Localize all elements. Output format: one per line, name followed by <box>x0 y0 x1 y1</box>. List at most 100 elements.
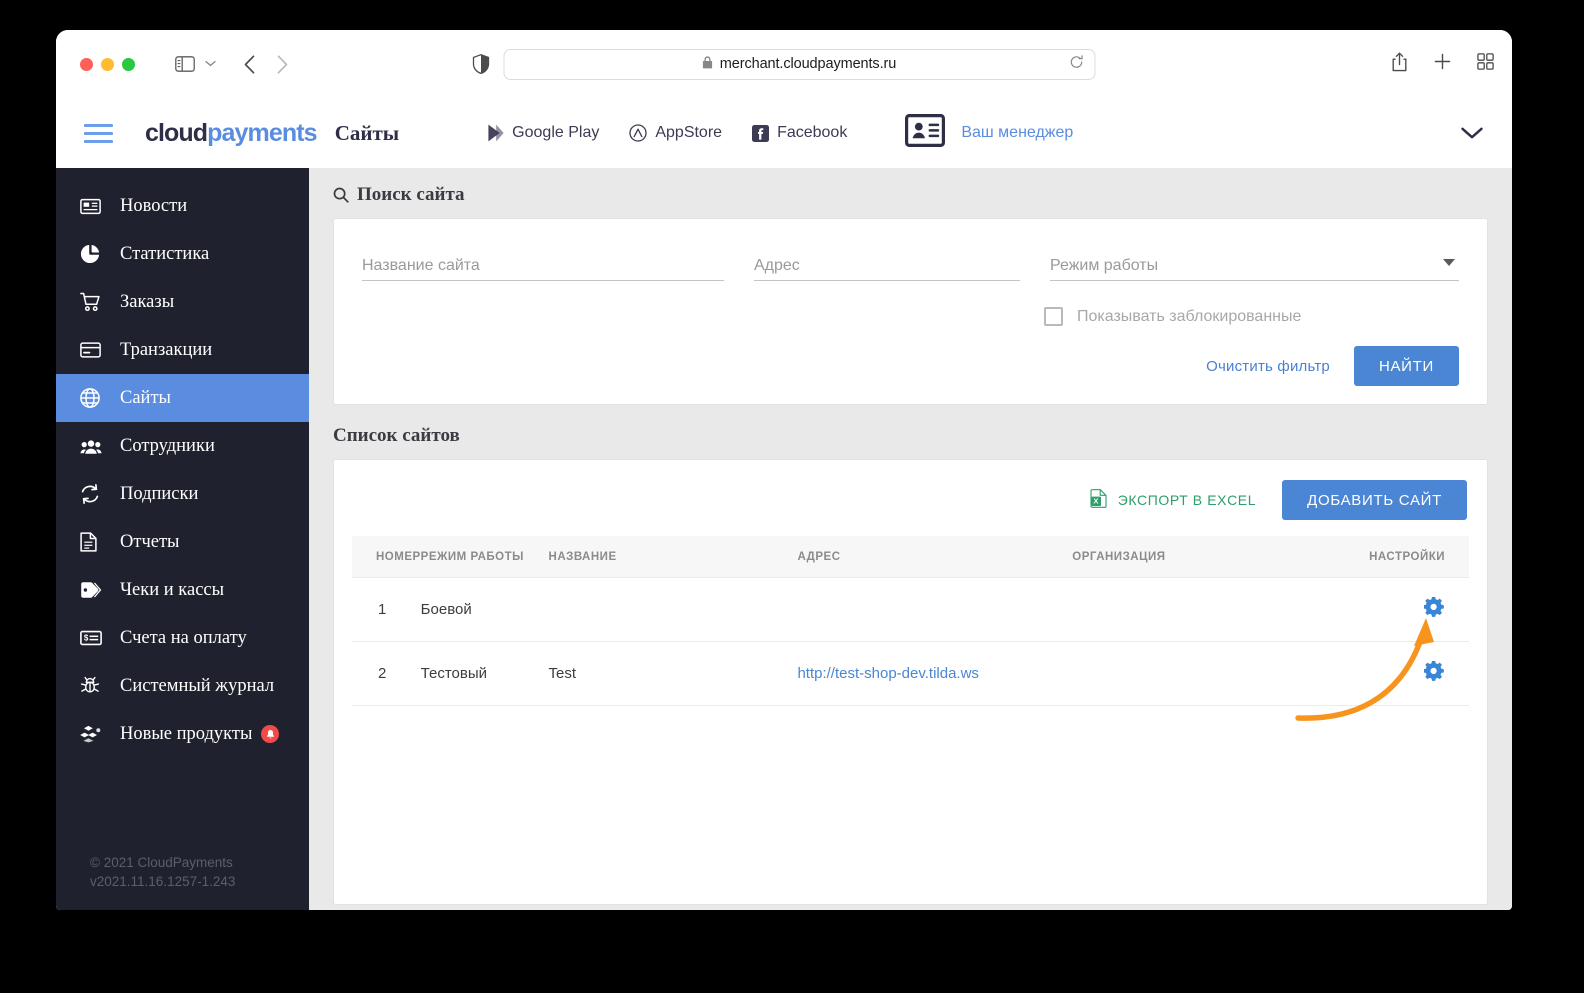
sidebar-item-sotrudniki[interactable]: Сотрудники <box>56 422 309 470</box>
sidebar-item-sajty[interactable]: Сайты <box>56 374 309 422</box>
maximize-window-button[interactable] <box>122 57 135 71</box>
shield-icon[interactable] <box>472 54 490 74</box>
header-link-google-play[interactable]: Google Play <box>487 124 599 142</box>
cell-name <box>548 577 798 642</box>
bug-icon <box>80 676 110 696</box>
list-actions: X ЭКСПОРТ В EXCEL ДОБАВИТЬ САЙТ <box>352 478 1469 536</box>
copyright-text: © 2021 CloudPayments <box>90 854 233 870</box>
work-mode-select[interactable] <box>1050 251 1459 281</box>
column-header-organization: ОРГАНИЗАЦИЯ <box>1072 536 1370 578</box>
plus-icon[interactable] <box>1434 53 1451 75</box>
filter-fields <box>362 245 1459 281</box>
bell-badge-icon <box>261 725 280 743</box>
browser-window: merchant.cloudpayments.ru cloudpayments … <box>56 30 1512 910</box>
column-header-name: НАЗВАНИЕ <box>548 536 798 578</box>
search-section-heading: Поиск сайта <box>333 184 1488 206</box>
news-icon <box>80 198 110 215</box>
sidebar-item-sistemnyj-zhurnal[interactable]: Системный журнал <box>56 662 309 710</box>
app-body: Новости Статистика Заказы Транзакции Сай… <box>56 168 1512 910</box>
url-text: merchant.cloudpayments.ru <box>703 56 896 72</box>
table-row[interactable]: 2 Тестовый Test http://test-shop-dev.til… <box>352 641 1469 706</box>
sidebar-item-statistika[interactable]: Статистика <box>56 230 309 278</box>
search-name-input[interactable] <box>362 251 724 281</box>
appstore-icon <box>629 124 647 142</box>
cell-organization <box>1072 577 1370 642</box>
people-icon <box>80 438 110 455</box>
back-button[interactable] <box>244 54 255 74</box>
sidebar-item-label: Новости <box>120 195 188 216</box>
sidebar-item-novye-produkty[interactable]: Новые продукты <box>56 710 309 758</box>
sidebar-item-label: Системный журнал <box>120 675 275 696</box>
sidebar-item-scheta-na-oplatu[interactable]: $ Счета на оплату <box>56 614 309 662</box>
header-link-facebook[interactable]: Facebook <box>752 124 847 142</box>
google-play-icon <box>487 124 504 142</box>
sidebar-item-label: Транзакции <box>120 339 213 360</box>
app-header: cloudpayments Сайты Google Play AppStore… <box>56 98 1512 168</box>
site-url-link[interactable]: http://test-shop-dev.tilda.ws <box>797 665 978 682</box>
list-section-heading: Список сайтов <box>333 425 1488 447</box>
header-link-appstore[interactable]: AppStore <box>629 124 722 142</box>
column-header-number: НОМЕР <box>352 536 421 578</box>
header-link-label: Google Play <box>512 124 600 141</box>
sidebar-item-tranzakcii[interactable]: Транзакции <box>56 326 309 374</box>
gear-icon[interactable] <box>1424 597 1445 618</box>
sidebar-toggle-icon[interactable] <box>175 56 195 72</box>
sidebar-item-label: Заказы <box>120 291 175 312</box>
table-row[interactable]: 1 Боевой <box>352 577 1469 642</box>
clear-filter-button[interactable]: Очистить фильтр <box>1206 358 1330 375</box>
excel-icon: X <box>1090 489 1107 511</box>
sidebar-item-label: Сайты <box>120 387 171 408</box>
globe-icon <box>80 388 110 408</box>
sidebar-item-label: Чеки и кассы <box>120 579 225 600</box>
minimize-window-button[interactable] <box>101 57 114 71</box>
site-name-field <box>362 245 724 281</box>
cell-mode: Боевой <box>420 577 549 642</box>
cell-settings <box>1369 641 1469 706</box>
search-submit-button[interactable]: НАЙТИ <box>1353 346 1459 386</box>
share-icon[interactable] <box>1391 52 1408 77</box>
version-text: v2021.11.16.1257-1.243 <box>90 874 236 890</box>
url-input[interactable]: merchant.cloudpayments.ru <box>503 48 1096 80</box>
manager-label: Ваш менеджер <box>961 124 1074 141</box>
contact-card-icon <box>905 114 946 152</box>
cell-number: 1 <box>352 577 421 642</box>
sidebar-item-zakazy[interactable]: Заказы <box>56 278 309 326</box>
gear-icon[interactable] <box>1424 661 1445 682</box>
table-header: НОМЕР РЕЖИМ РАБОТЫ НАЗВАНИЕ АДРЕС ОРГАНИ… <box>352 536 1469 578</box>
add-site-button[interactable]: ДОБАВИТЬ САЙТ <box>1282 480 1467 520</box>
sidebar-item-podpiski[interactable]: Подписки <box>56 470 309 518</box>
chevron-down-icon[interactable] <box>1460 126 1484 140</box>
hamburger-icon[interactable] <box>84 123 113 143</box>
sidebar-item-cheki-i-kassy[interactable]: Чеки и кассы <box>56 566 309 614</box>
url-hostname: merchant.cloudpayments.ru <box>719 56 897 72</box>
sidebar-item-label: Счета на оплату <box>120 627 247 648</box>
invoice-icon: $ <box>80 630 110 646</box>
close-window-button[interactable] <box>80 57 93 71</box>
sites-list-card: X ЭКСПОРТ В EXCEL ДОБАВИТЬ САЙТ НОМЕР РЕ… <box>333 459 1488 905</box>
manager-block[interactable]: Ваш менеджер <box>905 114 1073 152</box>
cart-icon <box>80 292 110 312</box>
sites-table: НОМЕР РЕЖИМ РАБОТЫ НАЗВАНИЕ АДРЕС ОРГАНИ… <box>352 536 1469 706</box>
table-body: 1 Боевой 2 Тестовый Test http://test-sho… <box>352 577 1469 706</box>
search-address-input[interactable] <box>754 251 1020 281</box>
chevron-down-icon[interactable] <box>205 58 216 70</box>
forward-button[interactable] <box>277 54 288 74</box>
show-blocked-checkbox[interactable] <box>1044 307 1063 326</box>
tab-overview-icon[interactable] <box>1477 53 1494 75</box>
column-header-address: АДРЕС <box>797 536 1073 578</box>
export-to-excel-button[interactable]: X ЭКСПОРТ В EXCEL <box>1090 489 1256 511</box>
sidebar-item-novosti[interactable]: Новости <box>56 182 309 230</box>
reload-icon[interactable] <box>1070 54 1084 74</box>
main-content: Поиск сайта Показы <box>309 168 1512 910</box>
sidebar-item-otchety[interactable]: Отчеты <box>56 518 309 566</box>
address-bar-area: merchant.cloudpayments.ru <box>472 48 1096 80</box>
site-address-field <box>754 245 1020 281</box>
lock-icon <box>703 56 713 69</box>
refresh-icon <box>80 484 110 504</box>
caret-down-icon[interactable] <box>1443 259 1455 266</box>
credit-card-icon <box>80 342 110 358</box>
logo-text-payments: payments <box>207 118 317 147</box>
logo-text-cloud: cloud <box>145 118 208 147</box>
cell-address <box>797 577 1073 642</box>
sidebar-item-label: Отчеты <box>120 531 180 552</box>
